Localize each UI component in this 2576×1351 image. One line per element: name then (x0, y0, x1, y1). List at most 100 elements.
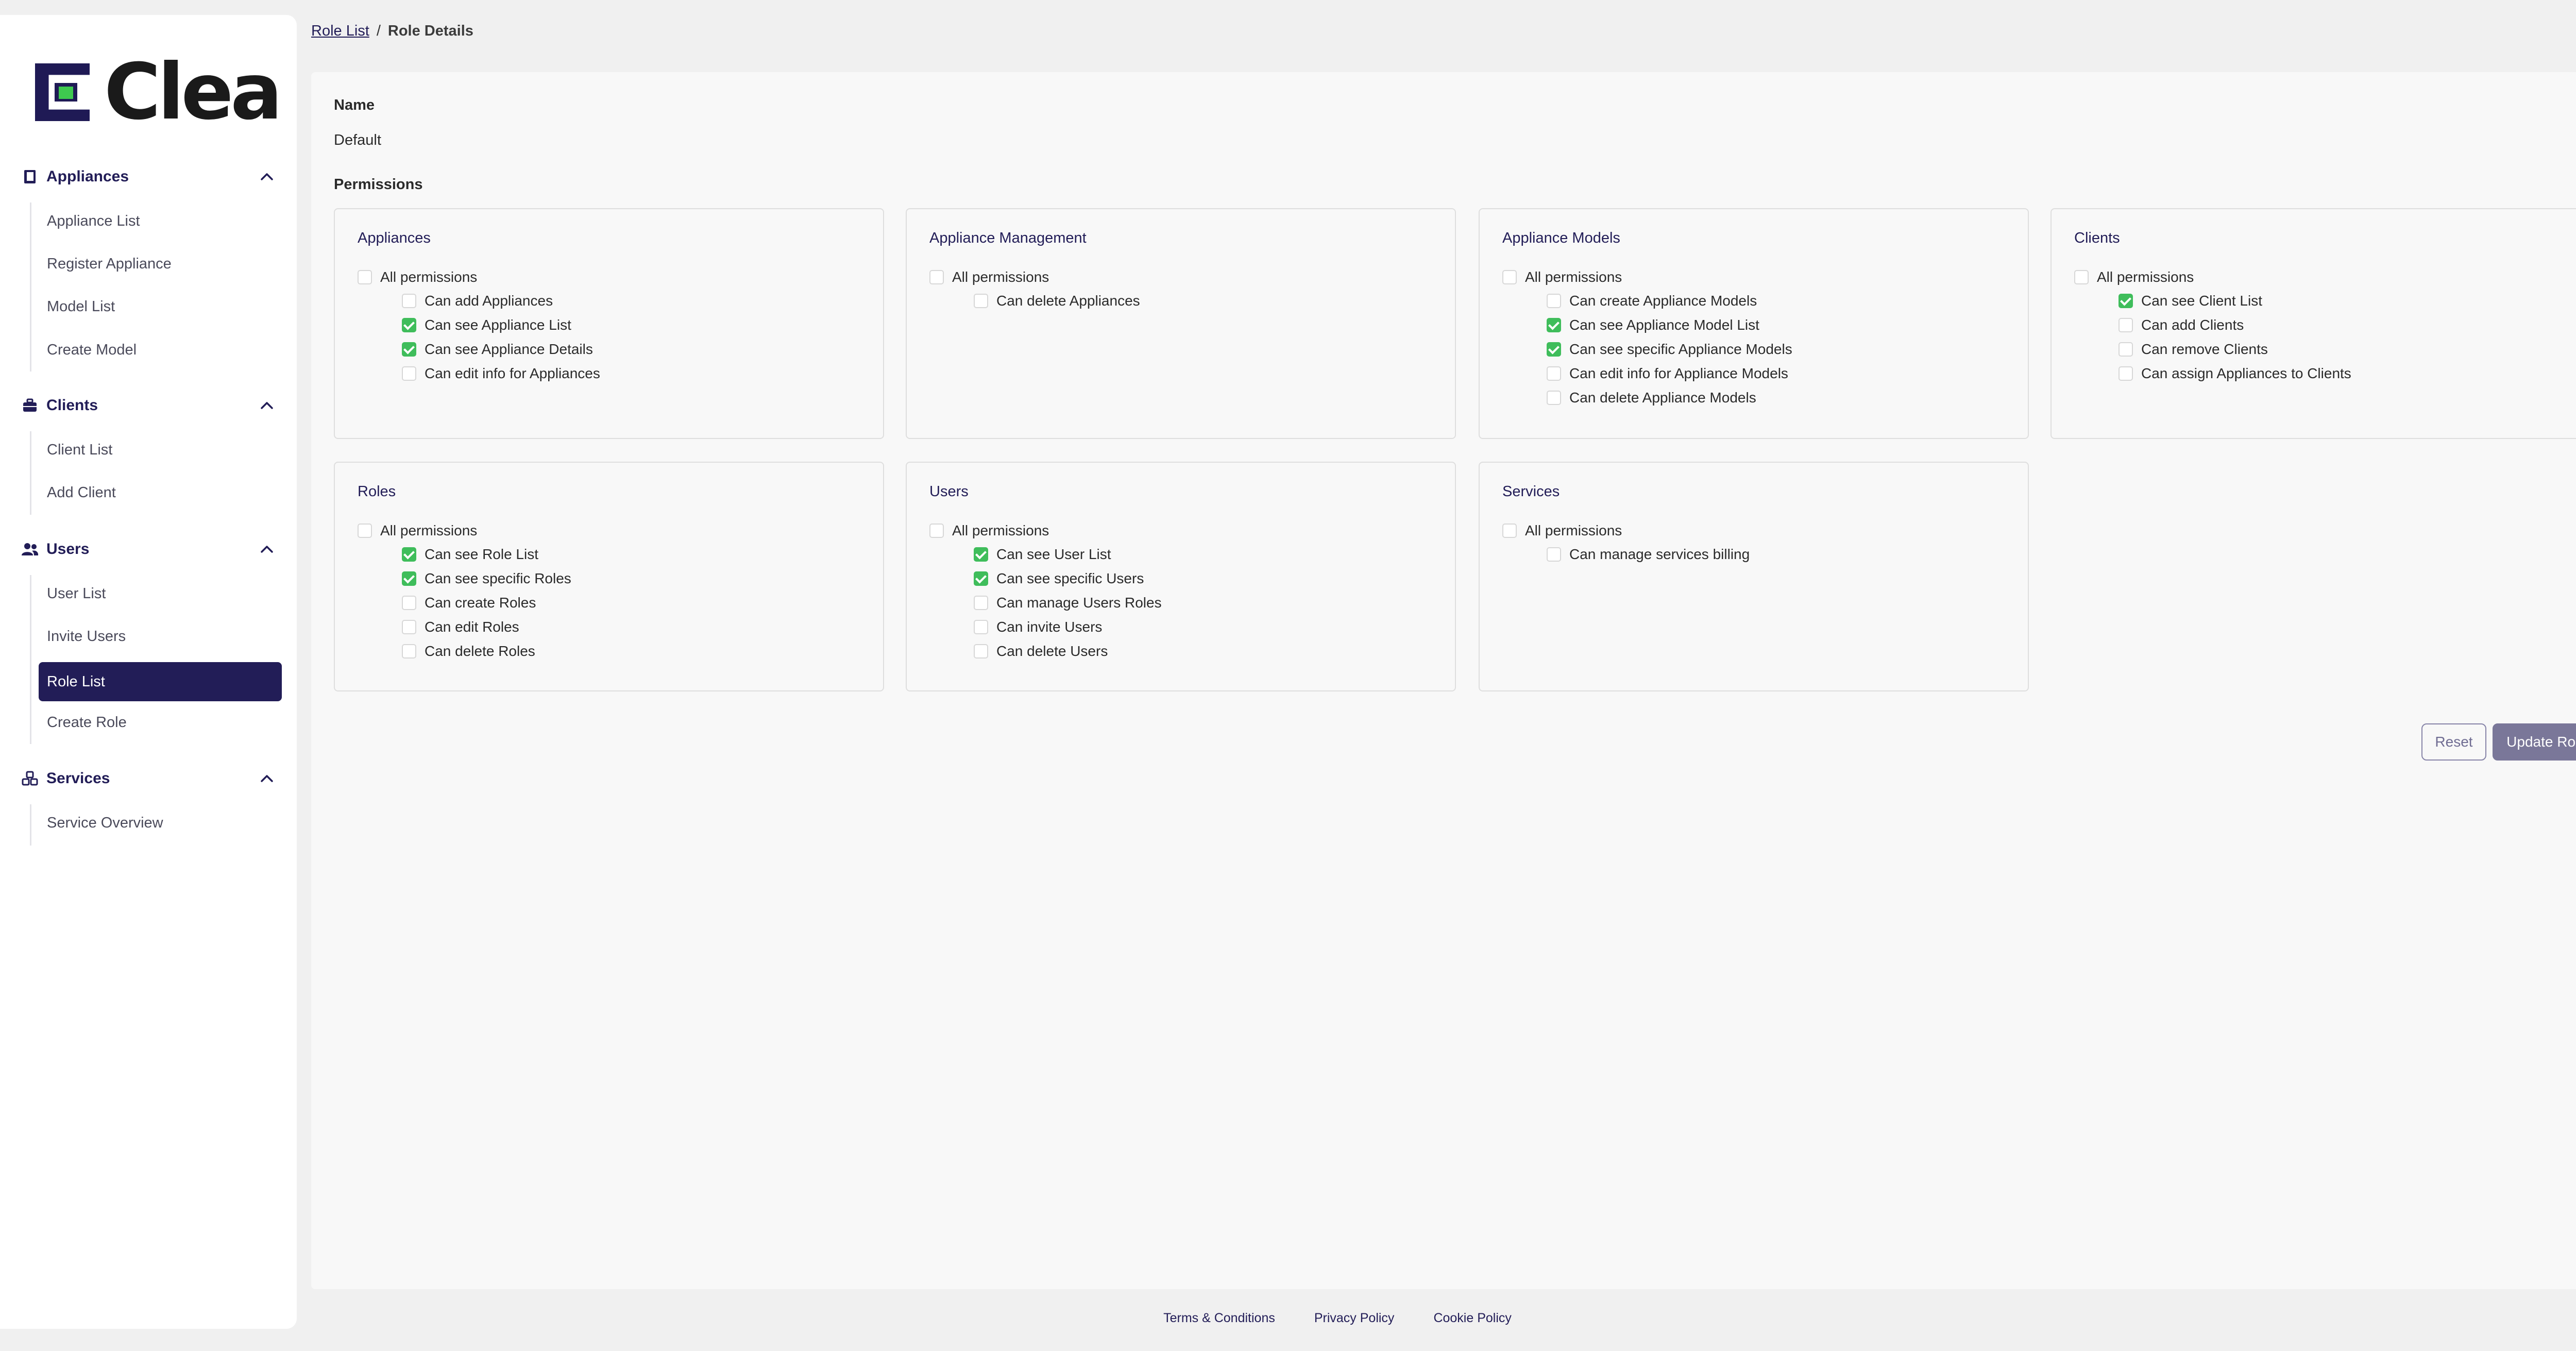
name-label: Name (334, 97, 375, 113)
all-permissions-checkbox[interactable]: All permissions (2074, 267, 2194, 288)
checkbox[interactable] (358, 523, 372, 538)
checkbox[interactable] (974, 620, 988, 634)
permission-checkbox-can-create-appliance-models[interactable]: Can create Appliance Models (1547, 291, 1757, 311)
sidebar-item-model-list[interactable]: Model List (39, 287, 282, 326)
checkbox-checked[interactable] (974, 547, 988, 562)
checkbox[interactable] (974, 294, 988, 308)
sidebar-item-invite-users[interactable]: Invite Users (39, 617, 282, 656)
checkbox-checked[interactable] (402, 342, 416, 357)
permission-checkbox-can-delete-appliances[interactable]: Can delete Appliances (974, 291, 1140, 311)
sidebar-item-service-overview[interactable]: Service Overview (39, 803, 282, 842)
permission-checkbox-can-see-specific-roles[interactable]: Can see specific Roles (402, 568, 571, 589)
checkbox[interactable] (1547, 294, 1561, 308)
reset-button[interactable]: Reset (2421, 723, 2486, 761)
permission-checkbox-can-invite-users[interactable]: Can invite Users (974, 617, 1102, 637)
sidebar-item-create-model[interactable]: Create Model (39, 330, 282, 369)
checkbox-checked[interactable] (974, 571, 988, 586)
checkbox[interactable] (1547, 366, 1561, 381)
breadcrumb-role-list-link[interactable]: Role List (311, 23, 369, 40)
checkbox-checked[interactable] (402, 571, 416, 586)
permission-checkbox-can-delete-appliance-models[interactable]: Can delete Appliance Models (1547, 387, 1756, 408)
checkbox[interactable] (1547, 391, 1561, 405)
cookie-policy-link[interactable]: Cookie Policy (1433, 1311, 1511, 1326)
permission-label: Can edit Roles (425, 619, 519, 635)
permission-checkbox-can-see-specific-users[interactable]: Can see specific Users (974, 568, 1144, 589)
checkbox[interactable] (974, 644, 988, 658)
chevron-up-icon[interactable] (258, 769, 276, 788)
sidebar-item-create-role[interactable]: Create Role (39, 703, 282, 742)
clea-logo[interactable]: Clea (35, 54, 282, 131)
sidebar-item-register-appliance[interactable]: Register Appliance (39, 244, 282, 283)
update-role-button[interactable]: Update Role (2493, 723, 2576, 761)
briefcase-icon (21, 396, 39, 415)
permission-checkbox-can-see-client-list[interactable]: Can see Client List (2119, 291, 2262, 311)
checkbox[interactable] (402, 294, 416, 308)
checkbox[interactable] (2119, 366, 2133, 381)
permission-label: Can see Client List (2141, 293, 2263, 309)
chevron-up-icon[interactable] (258, 396, 276, 415)
chevron-up-icon[interactable] (258, 540, 276, 559)
permission-checkbox-can-edit-info-for-appliance-models[interactable]: Can edit info for Appliance Models (1547, 363, 1788, 384)
all-permissions-checkbox[interactable]: All permissions (358, 267, 477, 288)
checkbox-checked[interactable] (1547, 342, 1561, 357)
permission-checkbox-can-assign-appliances-to-clients[interactable]: Can assign Appliances to Clients (2119, 363, 2351, 384)
sidebar-section-services[interactable]: Services (21, 763, 276, 794)
sidebar-item-add-client[interactable]: Add Client (39, 473, 282, 512)
checkbox[interactable] (2119, 318, 2133, 332)
permission-checkbox-can-see-role-list[interactable]: Can see Role List (402, 544, 538, 565)
sidebar-item-appliance-list[interactable]: Appliance List (39, 201, 282, 241)
permission-checkbox-can-edit-roles[interactable]: Can edit Roles (402, 617, 519, 637)
privacy-policy-link[interactable]: Privacy Policy (1314, 1311, 1395, 1326)
checkbox-checked[interactable] (402, 318, 416, 332)
sidebar: Clea Appliances Appliance List Register … (0, 15, 297, 1329)
checkbox[interactable] (1547, 547, 1561, 562)
checkbox[interactable] (402, 596, 416, 610)
all-permissions-checkbox[interactable]: All permissions (1502, 520, 1622, 541)
permission-group-roles: Roles All permissions Can see Role List Can… (334, 462, 884, 691)
sidebar-section-appliances[interactable]: Appliances (21, 161, 276, 192)
all-permissions-checkbox[interactable]: All permissions (929, 520, 1049, 541)
sidebar-appliances-list: Appliance List Register Appliance Model … (30, 202, 282, 371)
checkbox-checked[interactable] (1547, 318, 1561, 332)
checkbox[interactable] (1502, 270, 1517, 284)
permission-checkbox-can-edit-info-for-appliances[interactable]: Can edit info for Appliances (402, 363, 600, 384)
permission-checkbox-can-see-user-list[interactable]: Can see User List (974, 544, 1111, 565)
checkbox[interactable] (929, 270, 944, 284)
checkbox[interactable] (402, 366, 416, 381)
checkbox[interactable] (358, 270, 372, 284)
chevron-up-icon[interactable] (258, 167, 276, 186)
checkbox[interactable] (2119, 342, 2133, 357)
permission-label: Can invite Users (996, 619, 1103, 635)
checkbox[interactable] (2074, 270, 2089, 284)
sidebar-section-clients[interactable]: Clients (21, 390, 276, 421)
sidebar-item-client-list[interactable]: Client List (39, 430, 282, 469)
permission-checkbox-can-manage-users-roles[interactable]: Can manage Users Roles (974, 593, 1162, 613)
sidebar-section-users[interactable]: Users (21, 534, 276, 565)
sidebar-item-role-list[interactable]: Role List (39, 662, 282, 701)
checkbox[interactable] (402, 644, 416, 658)
permission-checkbox-can-see-appliance-details[interactable]: Can see Appliance Details (402, 339, 593, 360)
checkbox[interactable] (929, 523, 944, 538)
permission-checkbox-can-remove-clients[interactable]: Can remove Clients (2119, 339, 2268, 360)
permission-checkbox-can-add-clients[interactable]: Can add Clients (2119, 315, 2244, 335)
all-permissions-checkbox[interactable]: All permissions (358, 520, 477, 541)
permission-label: All permissions (952, 522, 1049, 538)
permission-checkbox-can-delete-roles[interactable]: Can delete Roles (402, 641, 535, 662)
permission-group-clients: Clients All permissions Can see Client Lis… (2050, 208, 2576, 439)
permission-checkbox-can-see-specific-appliance-models[interactable]: Can see specific Appliance Models (1547, 339, 1792, 360)
all-permissions-checkbox[interactable]: All permissions (929, 267, 1049, 288)
terms-link[interactable]: Terms & Conditions (1163, 1311, 1275, 1326)
all-permissions-checkbox[interactable]: All permissions (1502, 267, 1622, 288)
checkbox-checked[interactable] (2119, 294, 2133, 308)
permission-checkbox-can-manage-services-billing[interactable]: Can manage services billing (1547, 544, 1750, 565)
permission-checkbox-can-create-roles[interactable]: Can create Roles (402, 593, 536, 613)
permission-checkbox-can-delete-users[interactable]: Can delete Users (974, 641, 1108, 662)
checkbox-checked[interactable] (402, 547, 416, 562)
sidebar-item-user-list[interactable]: User List (39, 574, 282, 613)
permission-checkbox-can-add-appliances[interactable]: Can add Appliances (402, 291, 553, 311)
checkbox[interactable] (402, 620, 416, 634)
permission-checkbox-can-see-appliance-model-list[interactable]: Can see Appliance Model List (1547, 315, 1759, 335)
permission-checkbox-can-see-appliance-list[interactable]: Can see Appliance List (402, 315, 571, 335)
checkbox[interactable] (1502, 523, 1517, 538)
checkbox[interactable] (974, 596, 988, 610)
